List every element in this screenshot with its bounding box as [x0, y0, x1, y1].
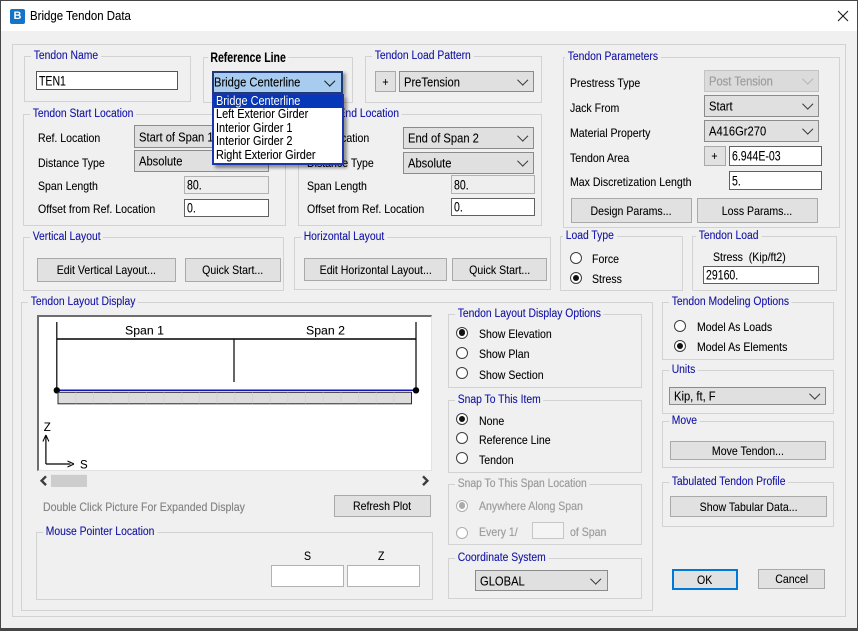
svg-text:Z: Z: [43, 422, 50, 434]
svg-text:Span 2: Span 2: [306, 323, 345, 337]
svg-text:S: S: [80, 459, 88, 471]
svg-text:Span 1: Span 1: [125, 323, 164, 337]
